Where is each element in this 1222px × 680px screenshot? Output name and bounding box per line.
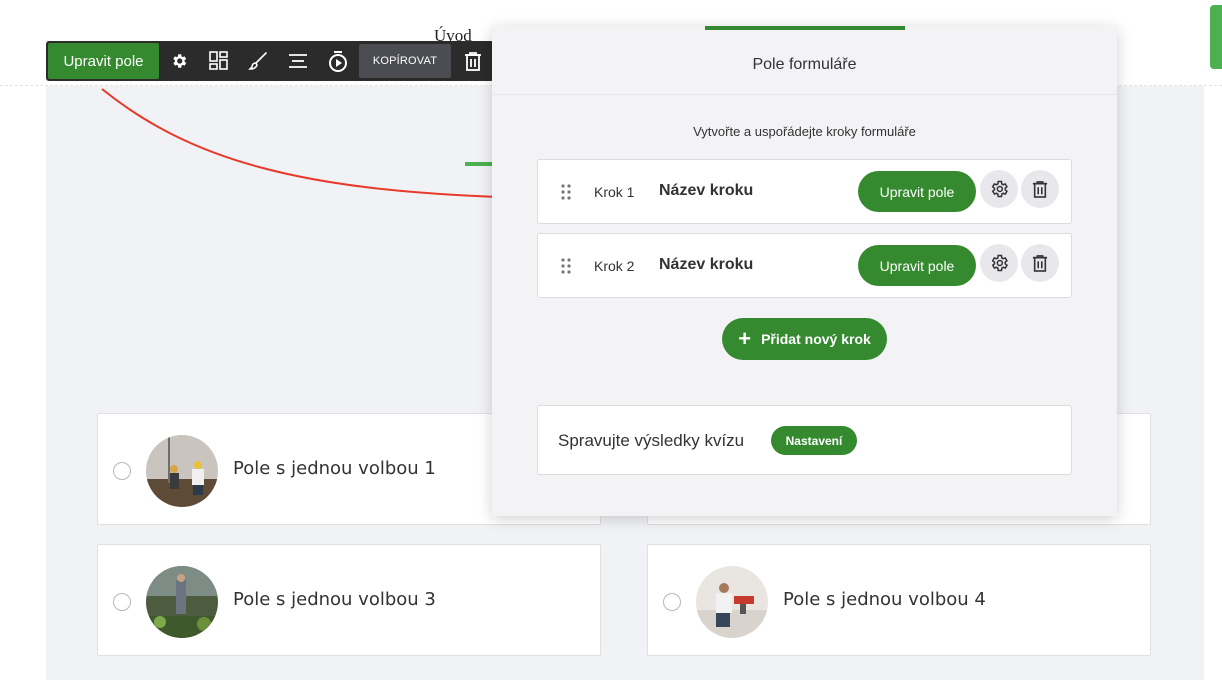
step-number: Krok 2: [594, 258, 635, 274]
gear-icon: [989, 253, 1009, 273]
step-settings-button[interactable]: [980, 170, 1018, 208]
quiz-results-label: Spravujte výsledky kvízu: [558, 431, 745, 450]
step-name: Název kroku: [659, 256, 754, 273]
step-edit-button[interactable]: Upravit pole: [858, 245, 976, 286]
drag-handle-icon[interactable]: [560, 183, 572, 201]
choice-image: [146, 566, 218, 638]
plus-icon: +: [738, 326, 752, 351]
step-delete-button[interactable]: [1021, 244, 1059, 282]
choice-label: Pole s jednou volbou 4: [783, 589, 986, 610]
choice-card-3[interactable]: Pole s jednou volbou 3: [97, 544, 601, 656]
modal-accent-bar: [705, 26, 905, 30]
modal-subtitle: Vytvořte a uspořádejte kroky formuláře: [693, 124, 916, 139]
quiz-settings-button[interactable]: Nastavení: [771, 426, 857, 455]
choice-image: [696, 566, 768, 638]
modal-title: Pole formuláře: [752, 56, 857, 73]
modal-divider: [492, 94, 1117, 95]
element-toolbar: Upravit pole KOPÍROVAT: [46, 41, 494, 81]
drag-handle-icon[interactable]: [560, 257, 572, 275]
choice-label: Pole s jednou volbou 3: [233, 589, 436, 610]
form-fields-modal: Pole formuláře Vytvořte a uspořádejte kr…: [492, 26, 1117, 516]
copy-button[interactable]: KOPÍROVAT: [359, 44, 451, 78]
title-underline: [465, 162, 495, 166]
step-number: Krok 1: [594, 184, 635, 200]
choice-label: Pole s jednou volbou 1: [233, 458, 436, 479]
step-settings-button[interactable]: [980, 244, 1018, 282]
timer-icon[interactable]: [326, 49, 350, 73]
quiz-results-panel: Spravujte výsledky kvízu Nastavení: [537, 405, 1072, 475]
choice-card-4[interactable]: Pole s jednou volbou 4: [647, 544, 1151, 656]
layout-icon[interactable]: [207, 49, 231, 73]
trash-icon: [1032, 180, 1048, 198]
gear-icon: [989, 179, 1009, 199]
add-step-label: Přidat nový krok: [761, 331, 871, 347]
gear-icon[interactable]: [167, 49, 191, 73]
step-edit-button[interactable]: Upravit pole: [858, 171, 976, 212]
step-row[interactable]: Krok 1 Název kroku Upravit pole: [537, 159, 1072, 224]
radio-button[interactable]: [113, 462, 131, 480]
step-name: Název kroku: [659, 182, 754, 199]
trash-icon: [1032, 254, 1048, 272]
side-tab[interactable]: [1210, 5, 1222, 69]
brush-icon[interactable]: [246, 49, 270, 73]
step-row[interactable]: Krok 2 Název kroku Upravit pole: [537, 233, 1072, 298]
edit-fields-button[interactable]: Upravit pole: [48, 43, 159, 79]
step-delete-button[interactable]: [1021, 170, 1059, 208]
choice-image: [146, 435, 218, 507]
radio-button[interactable]: [663, 593, 681, 611]
radio-button[interactable]: [113, 593, 131, 611]
add-step-button[interactable]: + Přidat nový krok: [722, 318, 887, 360]
align-icon[interactable]: [286, 49, 310, 73]
trash-icon[interactable]: [461, 49, 485, 73]
